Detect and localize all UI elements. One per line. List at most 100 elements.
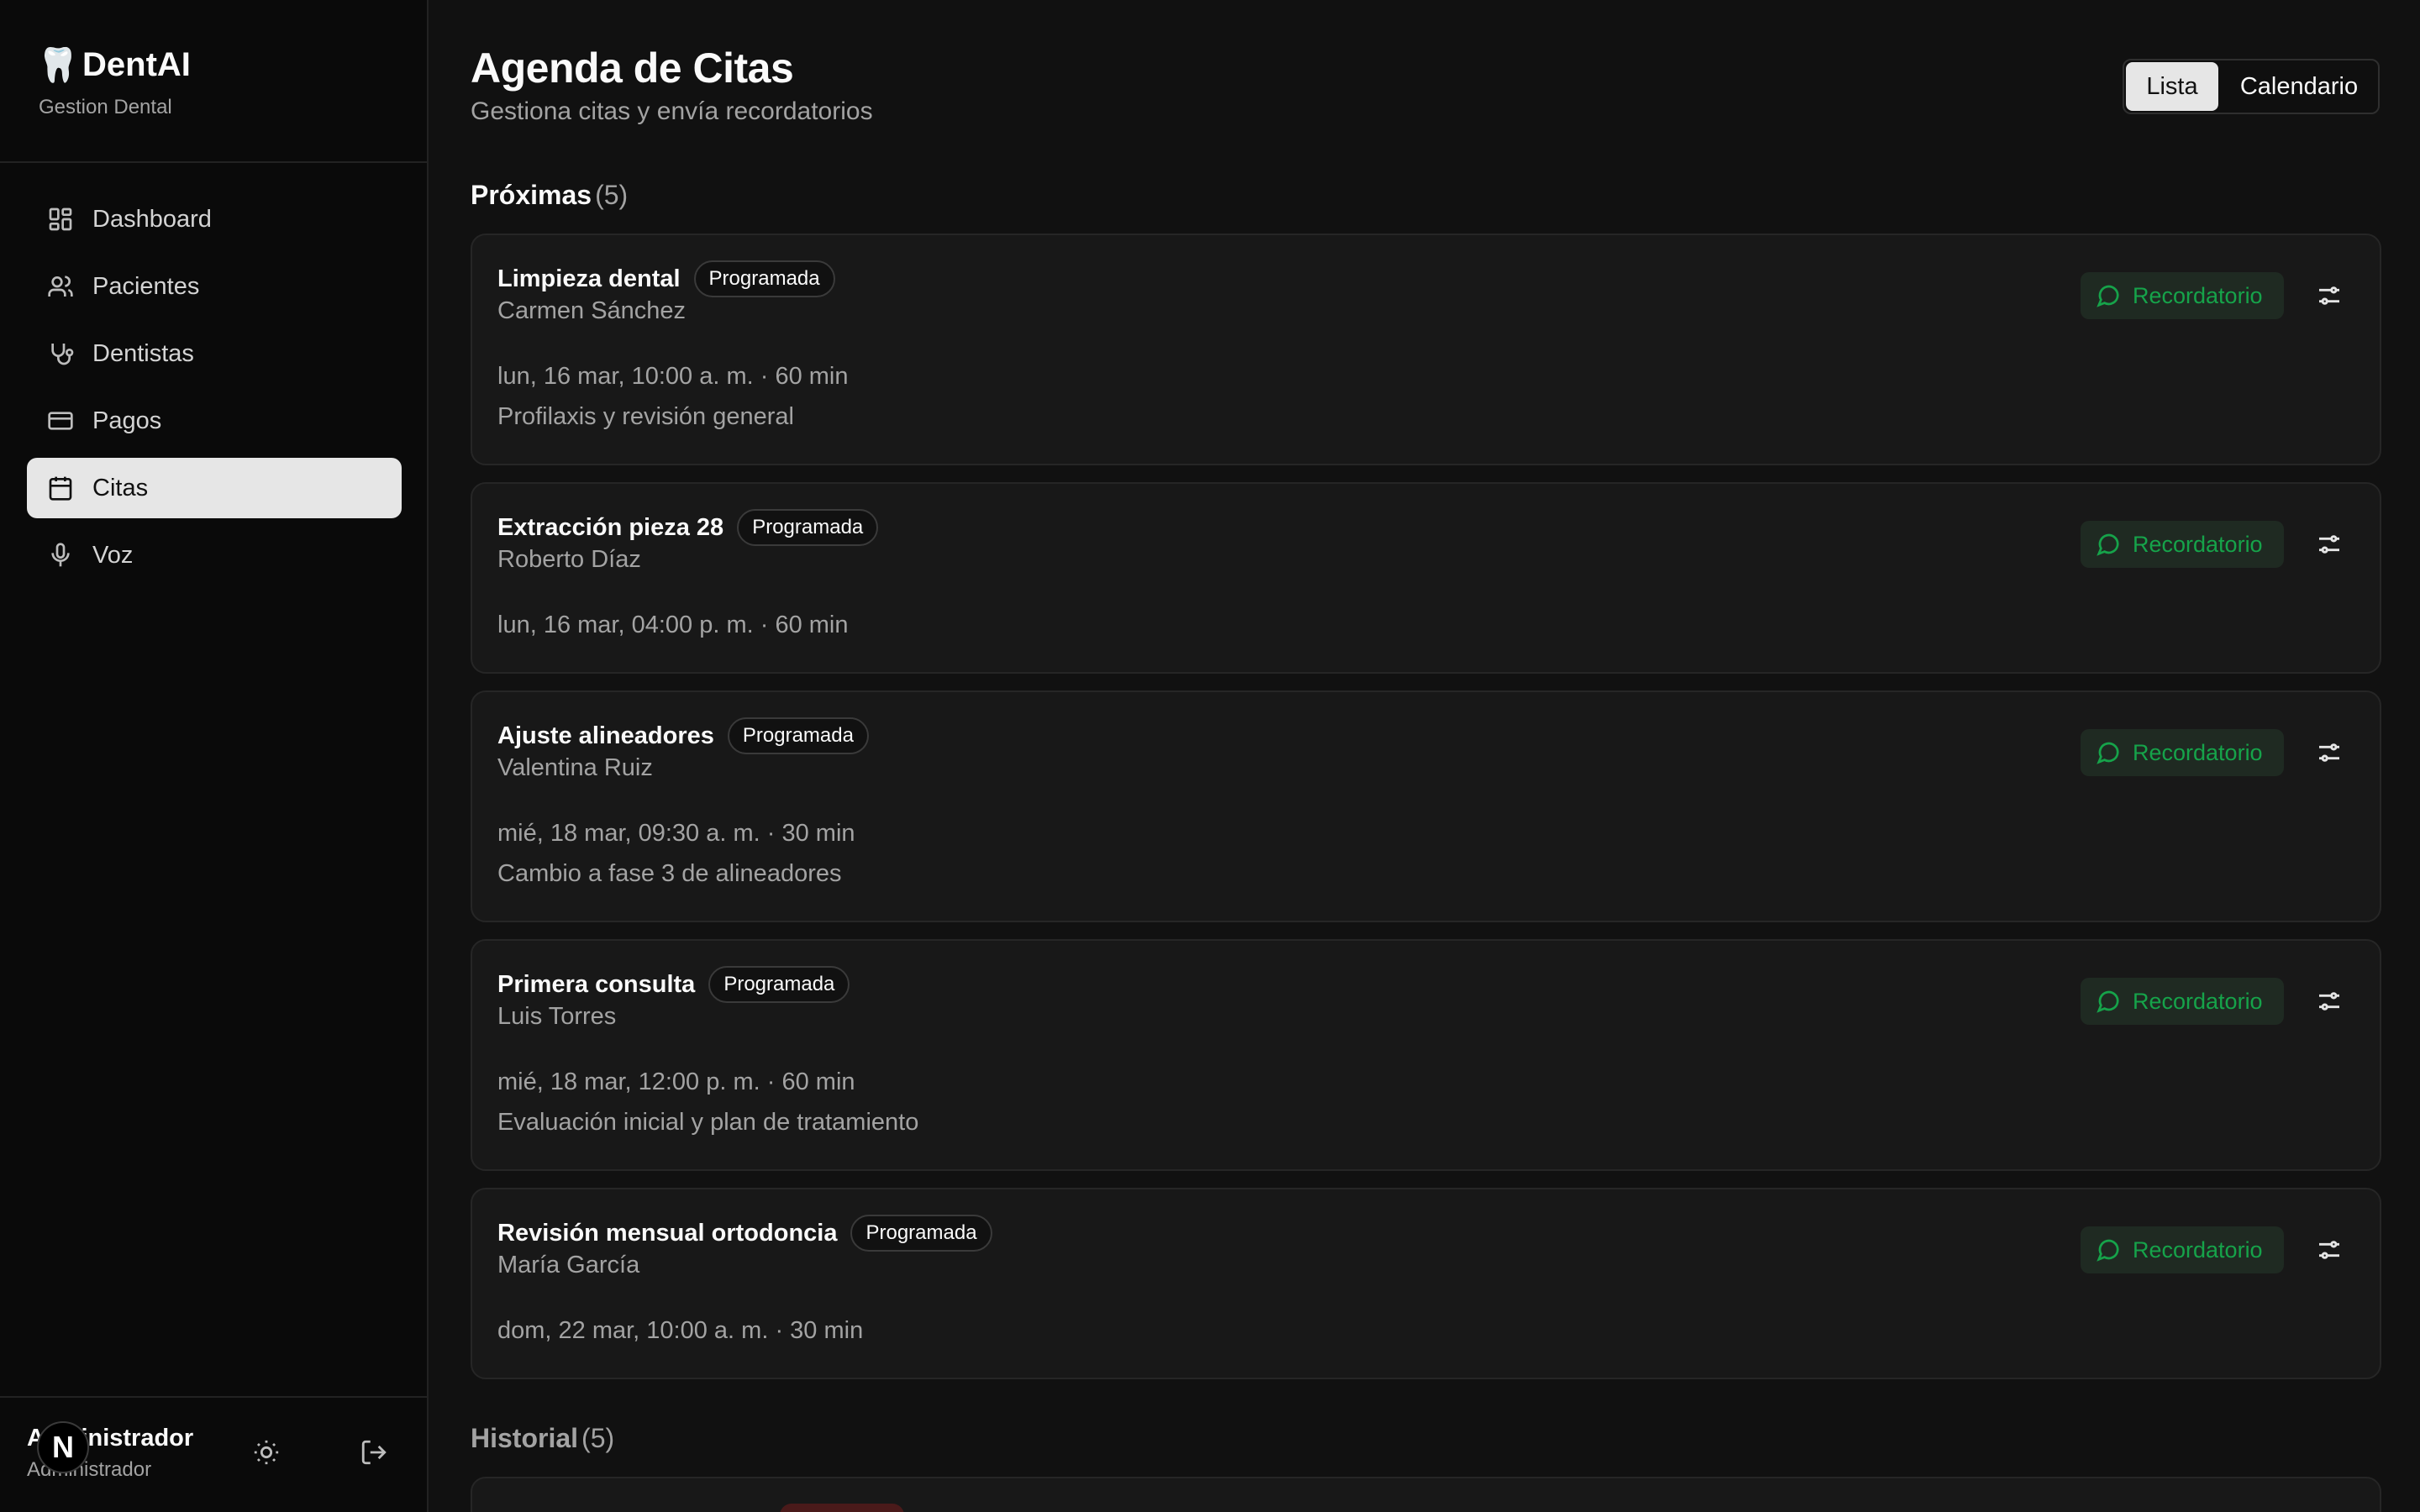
sidebar-divider bbox=[0, 161, 429, 163]
sidebar-footer-divider bbox=[0, 1396, 429, 1398]
edit-appointment-button[interactable] bbox=[2316, 1236, 2343, 1263]
appointment-note: Profilaxis y revisión general bbox=[497, 403, 794, 430]
appointment-datetime: lun, 16 mar, 04:00 p. m. · 60 min bbox=[497, 612, 849, 638]
appointment-patient: Valentina Ruiz bbox=[497, 754, 653, 781]
sliders-icon bbox=[2319, 743, 2339, 762]
appointment-datetime: lun, 16 mar, 10:00 a. m. · 60 min bbox=[497, 363, 849, 390]
status-badge: Programada bbox=[693, 260, 835, 297]
stethoscope-icon bbox=[51, 344, 74, 365]
appointment-title: Revisión mensual ortodoncia bbox=[497, 1219, 838, 1247]
sliders-icon bbox=[2319, 992, 2339, 1011]
sliders-icon bbox=[2319, 286, 2339, 305]
logout-button[interactable] bbox=[360, 1438, 388, 1467]
appointment-title-row: Ajuste alineadores Programada bbox=[497, 717, 869, 754]
reminder-label: Recordatorio bbox=[2133, 739, 2263, 765]
appointment-title: Ajuste alineadores bbox=[497, 722, 714, 749]
appointment-note: Cambio a fase 3 de alineadores bbox=[497, 860, 842, 887]
sidebar-item-label: Dentistas bbox=[92, 339, 194, 367]
appointment-title: Extracción pieza 28 bbox=[497, 513, 724, 541]
sliders-icon bbox=[2319, 1241, 2339, 1259]
appointment-card[interactable]: Ajuste alineadores Programada Valentina … bbox=[471, 690, 2381, 922]
status-badge bbox=[780, 1504, 904, 1512]
message-circle-icon bbox=[2096, 742, 2119, 764]
mic-icon bbox=[51, 543, 70, 567]
appointment-card[interactable]: Limpieza dental Programada Carmen Sánche… bbox=[471, 234, 2381, 465]
edit-appointment-button[interactable] bbox=[2316, 739, 2343, 766]
reminder-label: Recordatorio bbox=[2133, 282, 2263, 308]
sidebar-item-label: Pagos bbox=[92, 407, 162, 434]
sidebar-item-pacientes[interactable]: Pacientes bbox=[27, 256, 402, 317]
sidebar-item-citas[interactable]: Citas bbox=[27, 458, 402, 518]
appointment-title-row: Primera consulta Programada bbox=[497, 966, 850, 1003]
appointment-card[interactable]: Extracción pieza 28 Programada Roberto D… bbox=[471, 482, 2381, 674]
appointment-note: Evaluación inicial y plan de tratamiento bbox=[497, 1109, 919, 1136]
brand: 🦷 DentAI Gestion Dental bbox=[37, 42, 191, 119]
sidebar-item-label: Pacientes bbox=[92, 272, 200, 300]
credit-card-icon bbox=[48, 412, 73, 430]
message-circle-icon bbox=[2096, 533, 2119, 556]
reminder-label: Recordatorio bbox=[2133, 988, 2263, 1014]
status-badge: Programada bbox=[850, 1215, 992, 1252]
sidebar-item-label: Voz bbox=[92, 541, 134, 569]
list-view-button[interactable]: Lista bbox=[2126, 62, 2218, 111]
message-circle-icon bbox=[2096, 1239, 2119, 1262]
sidebar-nav: Dashboard Pacientes Dentistas Pagos Cita… bbox=[27, 189, 402, 592]
appointment-card[interactable]: Revisión mensual ortodoncia Programada M… bbox=[471, 1188, 2381, 1379]
reminder-button[interactable]: Recordatorio bbox=[2081, 521, 2284, 568]
logout-icon bbox=[361, 1440, 387, 1465]
history-section-title: Historial (5) bbox=[471, 1423, 614, 1454]
sidebar-item-pagos[interactable]: Pagos bbox=[27, 391, 402, 451]
sidebar-item-dentistas[interactable]: Dentistas bbox=[27, 323, 402, 384]
sidebar-item-label: Citas bbox=[92, 474, 149, 501]
sidebar-item-voz[interactable]: Voz bbox=[27, 525, 402, 585]
appointment-title: Limpieza dental bbox=[497, 265, 681, 292]
appointment-title-row: Revisión mensual ortodoncia Programada bbox=[497, 1215, 992, 1252]
brand-title[interactable]: 🦷 DentAI bbox=[37, 42, 191, 87]
appointment-patient: Luis Torres bbox=[497, 1003, 617, 1030]
view-toggle: Lista Calendario bbox=[2123, 59, 2380, 114]
upcoming-count: (5) bbox=[595, 180, 629, 210]
appointment-title-row: Extracción pieza 28 Programada bbox=[497, 509, 879, 546]
appointment-datetime: mié, 18 mar, 12:00 p. m. · 60 min bbox=[497, 1068, 855, 1095]
reminder-button[interactable]: Recordatorio bbox=[2081, 272, 2284, 319]
page-title: Agenda de Citas bbox=[471, 45, 794, 92]
reminder-button[interactable]: Recordatorio bbox=[2081, 978, 2284, 1025]
sun-icon bbox=[254, 1440, 279, 1465]
message-circle-icon bbox=[2096, 990, 2119, 1013]
theme-toggle-button[interactable] bbox=[252, 1438, 281, 1467]
history-title: Historial bbox=[471, 1423, 579, 1453]
reminder-label: Recordatorio bbox=[2133, 531, 2263, 557]
status-badge: Programada bbox=[708, 966, 850, 1003]
brand-name: DentAI bbox=[82, 45, 191, 83]
appointment-datetime: mié, 18 mar, 09:30 a. m. · 30 min bbox=[497, 820, 855, 847]
status-badge: Programada bbox=[727, 717, 869, 754]
reminder-label: Recordatorio bbox=[2133, 1236, 2263, 1263]
calendar-view-button[interactable]: Calendario bbox=[2220, 60, 2378, 113]
appointment-datetime: dom, 22 mar, 10:00 a. m. · 30 min bbox=[497, 1317, 864, 1344]
appointment-title-row: Limpieza dental Programada bbox=[497, 260, 835, 297]
sliders-icon bbox=[2319, 535, 2339, 554]
avatar[interactable]: N bbox=[37, 1421, 89, 1473]
appointment-patient: María García bbox=[497, 1252, 640, 1278]
sidebar-item-dashboard[interactable]: Dashboard bbox=[27, 189, 402, 249]
users-icon bbox=[48, 276, 73, 297]
appointment-patient: Carmen Sánchez bbox=[497, 297, 687, 324]
sidebar-item-label: Dashboard bbox=[92, 205, 212, 233]
reminder-button[interactable]: Recordatorio bbox=[2081, 729, 2284, 776]
message-circle-icon bbox=[2096, 285, 2119, 307]
edit-appointment-button[interactable] bbox=[2316, 531, 2343, 558]
appointment-patient: Roberto Díaz bbox=[497, 546, 641, 573]
history-card[interactable] bbox=[471, 1477, 2381, 1512]
status-badge: Programada bbox=[737, 509, 879, 546]
upcoming-section-title: Próximas (5) bbox=[471, 180, 628, 211]
calendar-icon bbox=[49, 476, 72, 501]
appointment-title: Primera consulta bbox=[497, 970, 696, 998]
upcoming-title: Próximas bbox=[471, 180, 592, 210]
dashboard-icon bbox=[49, 207, 72, 231]
edit-appointment-button[interactable] bbox=[2316, 988, 2343, 1015]
sidebar: 🦷 DentAI Gestion Dental Dashboard Pacien… bbox=[0, 0, 429, 1512]
reminder-button[interactable]: Recordatorio bbox=[2081, 1226, 2284, 1273]
history-count: (5) bbox=[581, 1423, 615, 1453]
appointment-card[interactable]: Primera consulta Programada Luis Torres … bbox=[471, 939, 2381, 1171]
edit-appointment-button[interactable] bbox=[2316, 282, 2343, 309]
